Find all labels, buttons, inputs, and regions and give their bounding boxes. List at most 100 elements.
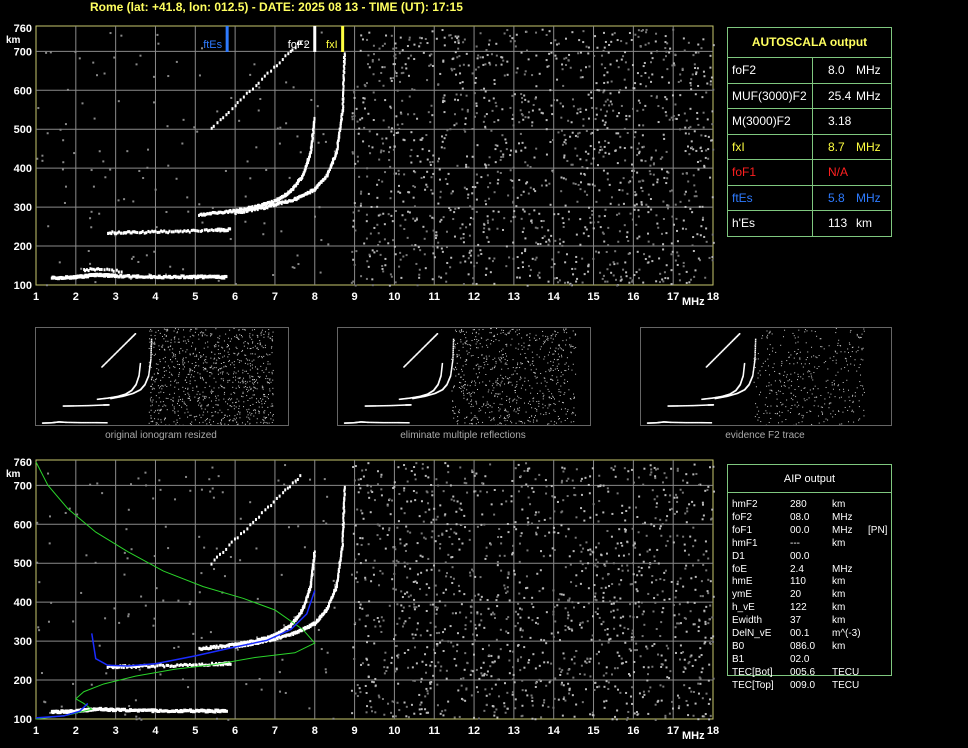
aip-unit: MHz (832, 563, 853, 575)
thumbnail-trace-es (343, 421, 410, 424)
autoscala-row: MUF(3000)F2 25.4 MHz (728, 82, 891, 109)
aip-unit: TECU (832, 666, 860, 678)
x-unit-label: MHz (682, 730, 705, 742)
x-tick-label: 17 (667, 291, 679, 303)
aip-label: B1 (732, 653, 745, 665)
aip-unit: km (832, 602, 846, 614)
x-tick-label-end: 18 (707, 291, 719, 303)
x-tick-label: 12 (468, 291, 480, 303)
x-tick-label: 9 (352, 291, 358, 303)
x-tick-label: 16 (627, 291, 639, 303)
aip-value: 086.0 (790, 640, 816, 652)
y-unit-label: km (6, 35, 21, 46)
noise-speckle (36, 28, 715, 287)
thumbnail-f2-trace (640, 327, 892, 426)
trace-es-echo (83, 267, 123, 274)
thumbnail-trace-es (41, 421, 108, 424)
aip-value: 2.4 (790, 563, 804, 575)
aip-divider (728, 492, 891, 493)
aip-label: hmF1 (732, 537, 758, 549)
autoscala-value: 8.0 (828, 63, 845, 77)
thumbnail-noise (148, 328, 274, 426)
marker-fxI (341, 26, 345, 52)
autoscala-title: AUTOSCALA output (751, 35, 868, 49)
thumbnail-original (35, 327, 289, 426)
x-tick-label: 3 (113, 291, 119, 303)
thumbnail-trace-f_low (364, 404, 412, 407)
marker-label-ftEs: ftEs (203, 39, 222, 51)
autoscala-label: M(3000)F2 (732, 114, 791, 128)
x-tick-label: 15 (587, 725, 599, 737)
autoscala-row: fxI 8.7 MHz (728, 133, 891, 160)
aip-unit: km (832, 615, 846, 627)
thumbnail-multiple-removed-image (343, 328, 577, 426)
aip-unit: TECU (832, 679, 860, 691)
autoscala-value: 3.18 (828, 114, 852, 128)
aip-unit: km (832, 576, 846, 588)
x-tick-label: 11 (428, 725, 440, 737)
y-tick-label: 700 (14, 46, 32, 58)
trace-es (50, 272, 228, 281)
aip-value: 005.6 (790, 666, 816, 678)
aip-label: foF1 (732, 524, 753, 536)
thumbnail-trace-f_low (667, 404, 715, 407)
thumbnail-noise (451, 328, 577, 426)
thumbnail-trace-f2_multiple (101, 333, 137, 368)
aip-label: TEC[Bot] (732, 666, 773, 678)
y-tick-label: 400 (14, 163, 32, 175)
x-tick-label: 15 (587, 291, 599, 303)
autoscala-label: fxI (732, 139, 745, 154)
x-tick-label: 3 (113, 725, 119, 737)
x-tick-label: 1 (33, 291, 39, 303)
autoscala-unit: MHz (856, 139, 881, 154)
aip-value: 02.0 (790, 653, 810, 665)
aip-value: 20 (790, 589, 802, 601)
x-tick-label: 7 (272, 725, 278, 737)
aip-label: hmF2 (732, 499, 758, 510)
aip-value: 00.1 (790, 628, 810, 639)
thumbnail-noise (753, 328, 865, 426)
aip-label: foE (732, 563, 748, 575)
x-tick-label: 4 (152, 725, 159, 737)
aip-label: Ewidth (732, 615, 763, 627)
thumbnail-original-caption: original ionogram resized (105, 430, 217, 441)
x-tick-label: 2 (73, 291, 79, 303)
x-tick-label: 13 (508, 725, 520, 737)
x-tick-label: 5 (192, 725, 198, 737)
y-tick-label: 760 (14, 457, 32, 469)
x-tick-label: 6 (232, 725, 238, 737)
marker-label-foF2: foF2 (288, 39, 310, 51)
y-unit-label: km (6, 469, 21, 480)
aip-unit: km (832, 589, 846, 601)
aip-extra: [PN] (868, 524, 888, 536)
x-tick-label: 13 (508, 291, 520, 303)
x-tick-label: 7 (272, 291, 278, 303)
autoscala-row: foF2 8.0 MHz (728, 57, 891, 83)
x-tick-label: 17 (667, 725, 679, 737)
aip-value: --- (790, 537, 800, 549)
aip-value: 110 (790, 576, 806, 588)
thumbnail-multiple-removed (337, 327, 591, 426)
thumbnail-trace-f2_o (96, 362, 142, 401)
aip-label: ymE (732, 589, 752, 601)
autoscala-unit: MHz (856, 190, 881, 205)
x-tick-label: 1 (33, 725, 39, 737)
trace-f2-multiple (210, 474, 302, 566)
y-tick-label: 760 (14, 23, 32, 35)
aip-value: 280 (790, 499, 807, 510)
thumbnail-f2-trace-caption: evidence F2 trace (725, 430, 805, 441)
thumbnail-original-image (41, 328, 274, 426)
autoscala-value: N/A (828, 165, 849, 179)
y-tick-label: 600 (14, 85, 32, 97)
aip-unit: km (832, 640, 846, 652)
x-unit-label: MHz (682, 296, 705, 308)
aip-unit: m^(-3) (832, 628, 861, 639)
autoscala-label: foF1 (732, 165, 757, 179)
marker-ftEs (225, 26, 229, 52)
aip-value: 122 (790, 602, 807, 614)
x-tick-label: 12 (468, 725, 480, 737)
trace-f-low (107, 227, 232, 236)
thumbnail-trace-f2_multiple (403, 333, 439, 368)
x-tick-label: 10 (388, 725, 400, 737)
x-tick-label: 11 (428, 291, 440, 303)
